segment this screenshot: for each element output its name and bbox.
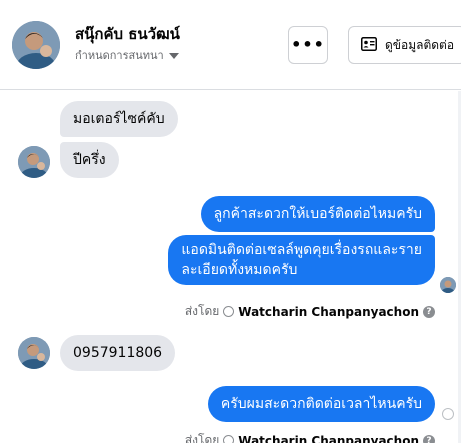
- incoming-message[interactable]: มอเตอร์ไซค์คับ: [60, 101, 178, 137]
- sender-avatar[interactable]: [18, 337, 50, 369]
- message-text: ปีครึ่ง: [73, 152, 106, 168]
- read-receipt-avatar: [440, 277, 456, 293]
- sent-by-prefix: ส่งโดย: [184, 433, 220, 443]
- more-options-button[interactable]: •••: [288, 26, 328, 64]
- message-text-line: ละเอียดทั้งหมดครับ: [181, 262, 298, 278]
- outgoing-message[interactable]: ครับผมสะดวกติดต่อเวลาไหนครับ: [207, 386, 435, 422]
- conversation-settings-link[interactable]: กำหนดการสนทนา: [75, 46, 179, 64]
- contact-name[interactable]: สนุ๊กคับ ธนวัฒน์: [75, 22, 180, 46]
- delivered-circle-icon: [223, 306, 235, 317]
- message-text: ลูกค้าสะดวกให้เบอร์ติดต่อไหมครับ: [213, 206, 422, 222]
- help-icon[interactable]: ?: [423, 434, 435, 443]
- sent-by-label: ส่งโดย Watcharin Chanpanyachon ?: [185, 431, 435, 443]
- help-icon[interactable]: ?: [423, 305, 435, 318]
- conversation-header: สนุ๊กคับ ธนวัฒน์ กำหนดการสนทนา ••• ดูข้อ…: [0, 0, 461, 90]
- sent-status-icon: [442, 408, 454, 420]
- contact-avatar[interactable]: [12, 21, 60, 69]
- message-text-line: แอดมินติดต่อเซลล์พูดคุยเรื่องรถและราย: [181, 242, 422, 258]
- incoming-message[interactable]: 0957911806: [60, 335, 176, 371]
- incoming-message[interactable]: ปีครึ่ง: [60, 142, 119, 178]
- sender-name[interactable]: Watcharin Chanpanyachon: [238, 305, 419, 319]
- message-text: 0957911806: [73, 345, 163, 361]
- view-contact-info-label: ดูข้อมูลติดต่อ: [385, 37, 455, 52]
- message-text: มอเตอร์ไซค์คับ: [73, 111, 165, 127]
- sender-avatar[interactable]: [18, 146, 50, 178]
- outgoing-message[interactable]: แอดมินติดต่อเซลล์พูดคุยเรื่องรถและราย ละ…: [168, 235, 435, 285]
- more-horizontal-icon: •••: [291, 35, 325, 54]
- delivered-circle-icon: [223, 435, 235, 443]
- sender-name[interactable]: Watcharin Chanpanyachon: [238, 434, 419, 443]
- chevron-down-icon: [168, 52, 179, 59]
- sent-by-prefix: ส่งโดย: [184, 304, 220, 318]
- view-contact-info-button[interactable]: ดูข้อมูลติดต่อ: [348, 26, 461, 64]
- message-thread: มอเตอร์ไซค์คับ ปีครึ่ง ลูกค้าสะดวกให้เบอ…: [0, 91, 461, 443]
- conversation-settings-label: กำหนดการสนทนา: [75, 49, 164, 62]
- sent-by-label: ส่งโดย Watcharin Chanpanyachon ?: [185, 302, 435, 321]
- message-text: ครับผมสะดวกติดต่อเวลาไหนครับ: [220, 396, 422, 412]
- outgoing-message[interactable]: ลูกค้าสะดวกให้เบอร์ติดต่อไหมครับ: [200, 196, 435, 232]
- contact-card-icon: [361, 36, 377, 55]
